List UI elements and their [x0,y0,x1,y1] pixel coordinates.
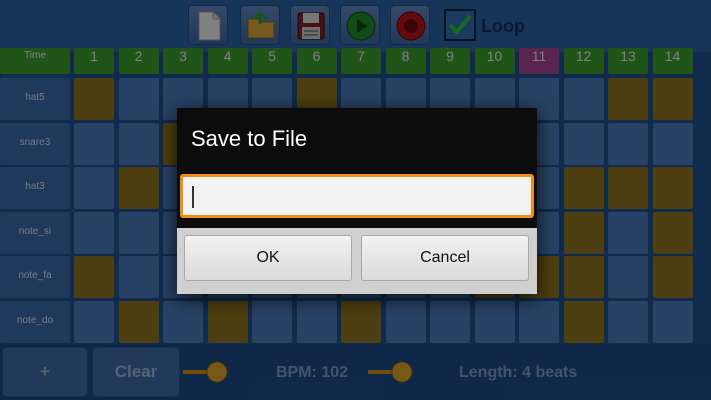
save-dialog: Save to File OK Cancel [177,108,537,294]
cancel-button[interactable]: Cancel [361,235,529,281]
dialog-title: Save to File [191,126,308,151]
dialog-button-bar: OK Cancel [177,228,537,294]
text-caret [192,186,194,208]
filename-input[interactable] [180,174,534,218]
ok-button[interactable]: OK [184,235,352,281]
